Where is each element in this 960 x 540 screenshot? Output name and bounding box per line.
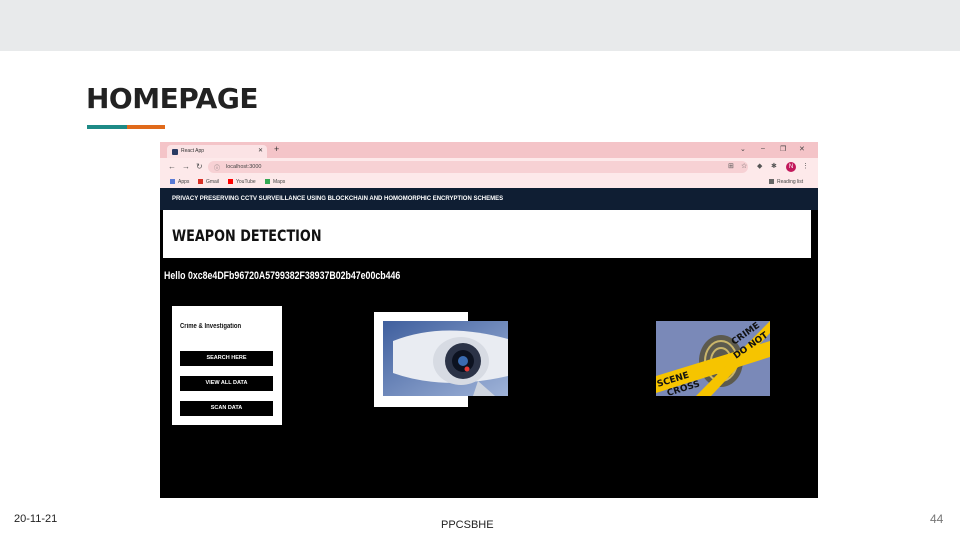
install-icon[interactable]: ⊞ bbox=[728, 162, 734, 170]
footer-title: PPCSBHE bbox=[441, 519, 494, 531]
reading-list[interactable]: Reading list bbox=[769, 179, 803, 185]
gmail-icon bbox=[198, 179, 203, 184]
panel-title: Crime & Investigation bbox=[180, 323, 242, 330]
tab-title: React App bbox=[181, 148, 205, 154]
investigation-panel: Crime & Investigation SEARCH HERE VIEW A… bbox=[172, 306, 282, 425]
restore-icon[interactable]: ❐ bbox=[780, 145, 786, 153]
extensions-icon[interactable]: ✱ bbox=[771, 162, 777, 170]
reading-list-icon bbox=[769, 179, 774, 184]
view-all-data-button[interactable]: VIEW ALL DATA bbox=[180, 376, 273, 391]
bookmark-apps[interactable]: Apps bbox=[170, 179, 189, 185]
title-underline-teal bbox=[87, 125, 127, 129]
back-icon[interactable]: ← bbox=[168, 162, 176, 171]
browser-tab-bar: React App ✕ + ⌄ – ❐ ✕ bbox=[160, 142, 818, 158]
bookmarks-bar: Apps Gmail YouTube Maps Reading list bbox=[160, 176, 818, 188]
app-header: PRIVACY PRESERVING CCTV SURVEILLANCE USI… bbox=[160, 188, 818, 210]
scan-data-button[interactable]: SCAN DATA bbox=[180, 401, 273, 416]
footer-date: 20-11-21 bbox=[14, 513, 58, 525]
menu-icon[interactable]: ⋮ bbox=[802, 162, 809, 170]
cctv-camera-image bbox=[383, 321, 508, 396]
youtube-icon bbox=[228, 179, 233, 184]
tab-close-icon[interactable]: ✕ bbox=[258, 147, 263, 154]
title-underline-orange bbox=[127, 125, 165, 129]
forward-icon[interactable]: → bbox=[182, 162, 190, 171]
reload-icon[interactable]: ↻ bbox=[196, 162, 203, 171]
bookmark-youtube[interactable]: YouTube bbox=[228, 179, 256, 185]
bookmark-maps[interactable]: Maps bbox=[265, 179, 285, 185]
profile-avatar[interactable]: N bbox=[786, 162, 796, 172]
crime-scene-image: CRIME DO NOT SCENE CROSS bbox=[656, 321, 770, 396]
minimize-icon[interactable]: – bbox=[761, 145, 765, 152]
new-tab-icon[interactable]: + bbox=[274, 144, 279, 154]
apps-grid-icon bbox=[170, 179, 175, 184]
top-band bbox=[0, 0, 960, 51]
slide-title: HOMEPAGE bbox=[86, 82, 258, 115]
address-bar[interactable]: ⓘ localhost:3000 bbox=[208, 161, 748, 173]
page-number: 44 bbox=[930, 512, 944, 526]
app-screenshot: React App ✕ + ⌄ – ❐ ✕ ← → ↻ ⓘ localhost:… bbox=[160, 142, 818, 498]
site-info-icon[interactable]: ⓘ bbox=[214, 163, 220, 172]
page-title-box: WEAPON DETECTION bbox=[163, 210, 811, 258]
bookmark-gmail[interactable]: Gmail bbox=[198, 179, 219, 185]
wallet-greeting: Hello 0xc8e4DFb96720A5799382F38937B02b47… bbox=[164, 270, 401, 282]
page-title: WEAPON DETECTION bbox=[172, 226, 322, 245]
browser-toolbar: ← → ↻ ⓘ localhost:3000 ⊞ ☆ ◆ ✱ N ⋮ bbox=[160, 158, 818, 176]
metamask-icon[interactable]: ◆ bbox=[757, 162, 762, 170]
tab-search-icon[interactable]: ⌄ bbox=[740, 145, 746, 153]
project-title: PRIVACY PRESERVING CCTV SURVEILLANCE USI… bbox=[172, 196, 504, 202]
search-here-button[interactable]: SEARCH HERE bbox=[180, 351, 273, 366]
close-window-icon[interactable]: ✕ bbox=[799, 145, 805, 153]
maps-icon bbox=[265, 179, 270, 184]
browser-tab[interactable]: React App ✕ bbox=[167, 145, 267, 158]
react-favicon-icon bbox=[172, 149, 178, 155]
url-text: localhost:3000 bbox=[226, 164, 262, 170]
bookmark-star-icon[interactable]: ☆ bbox=[741, 162, 747, 170]
